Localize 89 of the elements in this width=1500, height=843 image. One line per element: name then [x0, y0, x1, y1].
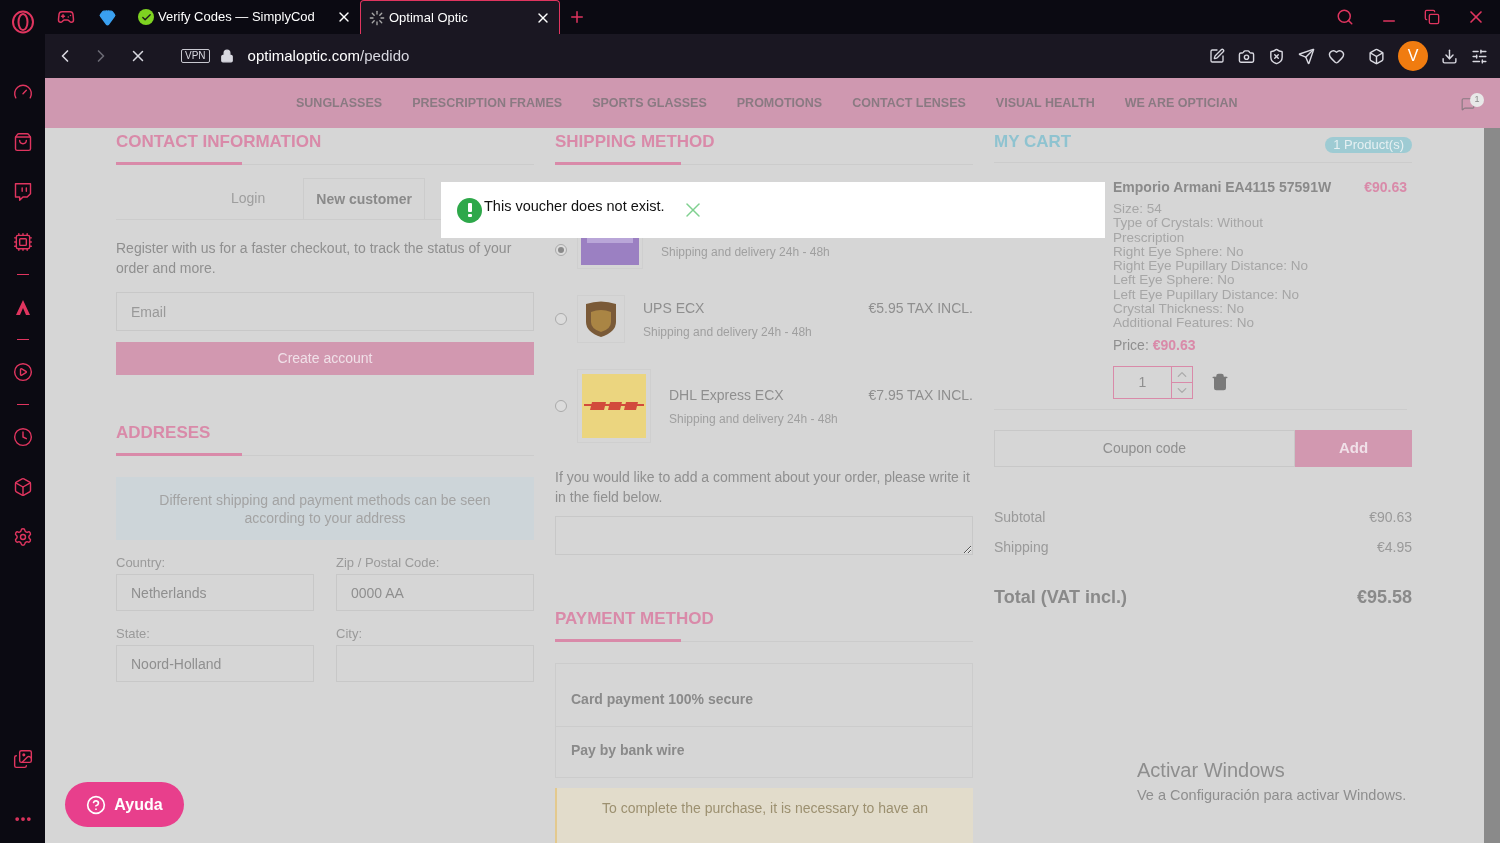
total-value: €95.58 — [1356, 585, 1412, 609]
radio-button[interactable] — [555, 400, 567, 412]
radio-button[interactable] — [555, 244, 567, 256]
summary-label: Shipping — [994, 537, 1049, 557]
field-label: Country: — [116, 554, 167, 572]
check-badge-icon — [138, 9, 154, 25]
edit-icon[interactable] — [1209, 48, 1225, 64]
avatar[interactable]: V — [1398, 41, 1428, 71]
nav-link[interactable]: VISUAL HEALTH — [995, 93, 1095, 113]
create-account-button[interactable]: Create account — [116, 342, 534, 375]
activation-text: Ve a Configuración para activar Windows. — [1137, 786, 1407, 805]
section-heading: CONTACT INFORMATION — [116, 131, 323, 153]
alert-icon — [457, 197, 482, 223]
menu-icon[interactable] — [1471, 47, 1488, 65]
lock-icon — [219, 49, 234, 63]
clock-icon[interactable] — [12, 427, 33, 447]
url-text[interactable]: optimaloptic.com/pedido — [247, 44, 410, 68]
payment-option[interactable]: Pay by bank wire — [556, 727, 972, 778]
section-heading: MY CART — [994, 131, 1072, 153]
gem-icon[interactable] — [99, 8, 116, 26]
activation-title: Activar Windows — [1137, 758, 1286, 783]
summary-label: Subtotal — [994, 507, 1046, 527]
carrier-price: €5.95 TAX INCL. — [868, 298, 973, 318]
heart-icon[interactable] — [1328, 47, 1345, 65]
coupon-field[interactable]: Coupon code — [994, 429, 1295, 467]
payment-option[interactable]: Card payment 100% secure — [556, 664, 972, 728]
section-heading: ADDRESES — [116, 422, 212, 444]
section-heading: PAYMENT METHOD — [555, 608, 715, 631]
intro-text: Register with us for a faster checkout, to track the status of your order and more. — [116, 239, 513, 278]
play-icon[interactable] — [12, 362, 33, 382]
search-icon[interactable] — [1336, 8, 1354, 26]
vpn-badge[interactable]: VPN — [181, 49, 210, 63]
carrier-price: €7.95 TAX INCL. — [868, 385, 973, 405]
form-tab[interactable]: Login — [219, 178, 278, 219]
cube-icon[interactable] — [1368, 47, 1385, 65]
product-name: Emporio Armani EA4115 57591W — [1113, 178, 1332, 197]
carrier-name: UPS ECX — [643, 298, 705, 318]
settings-icon[interactable] — [12, 527, 33, 547]
camera-icon[interactable] — [1238, 47, 1255, 65]
tab-title: Verify Codes — SimplyCod — [158, 8, 316, 27]
field-label: Zip / Postal Code: — [336, 554, 441, 572]
summary-value: €4.95 — [1376, 537, 1412, 557]
nav-link[interactable]: PRESCRIPTION FRAMES — [412, 93, 563, 113]
browser-tab[interactable]: Verify Codes — SimplyCod — [130, 0, 360, 34]
address-field[interactable]: 0000 AA — [336, 574, 534, 611]
unit-price: Price: €90.63 — [1113, 335, 1197, 355]
chat-icon[interactable] — [12, 182, 33, 202]
comment-field[interactable] — [555, 516, 973, 556]
download-icon[interactable] — [1441, 47, 1458, 65]
browser-logo-icon[interactable] — [10, 10, 35, 34]
section-heading: SHIPPING METHOD — [555, 131, 716, 153]
nav-link[interactable]: SPORTS GLASSES — [592, 93, 707, 113]
nav-link[interactable]: SUNGLASSES — [296, 93, 383, 113]
tab-title: Optimal Optic — [389, 8, 469, 27]
toast-message: This voucher does not exist. — [484, 197, 665, 217]
nav-link[interactable]: CONTACT LENSES — [852, 93, 966, 113]
address-field[interactable]: Netherlands — [116, 574, 314, 611]
form-tab[interactable]: New customer — [303, 178, 425, 219]
shield-icon[interactable] — [1268, 47, 1285, 65]
trash-icon[interactable] — [1211, 373, 1229, 392]
product-price: €90.63 — [1364, 178, 1407, 197]
nav-link[interactable]: WE ARE OPTICIAN — [1124, 93, 1238, 113]
gamepad-icon[interactable] — [57, 8, 75, 26]
bag-icon[interactable] — [12, 132, 33, 152]
loading-icon — [369, 9, 385, 26]
field-label: State: — [116, 625, 151, 643]
field-label: City: — [336, 625, 363, 643]
count-badge: 1 Product(s) — [1325, 137, 1412, 153]
new-tab-icon[interactable] — [568, 8, 586, 26]
send-icon[interactable] — [1298, 47, 1315, 65]
logo-icon — [582, 374, 646, 438]
add-button[interactable]: Add — [1295, 429, 1412, 467]
email-field[interactable]: Email — [116, 292, 534, 331]
comment-prompt: If you would like to add a comment about your order, please write it in the field below. — [555, 468, 971, 507]
browser-tab[interactable]: Optimal Optic — [360, 0, 560, 34]
scrollbar[interactable] — [1484, 128, 1500, 843]
summary-value: €90.63 — [1369, 507, 1412, 527]
warning-notice: To complete the purchase, it is necessary to have an — [555, 788, 973, 843]
total-label: Total (VAT incl.) — [994, 585, 1127, 609]
chip-icon[interactable] — [12, 232, 33, 252]
address-field[interactable]: Noord-Holland — [116, 645, 314, 682]
nav-link[interactable]: PROMOTIONS — [736, 93, 823, 113]
gallery-icon[interactable] — [12, 749, 33, 769]
radio-button[interactable] — [555, 313, 567, 325]
count-badge: 1 — [1470, 93, 1484, 107]
restore-icon[interactable] — [1424, 9, 1440, 25]
help-icon — [86, 794, 107, 815]
help-button[interactable]: Ayuda — [65, 782, 184, 827]
carrier-name: DHL Express ECX — [669, 385, 784, 405]
